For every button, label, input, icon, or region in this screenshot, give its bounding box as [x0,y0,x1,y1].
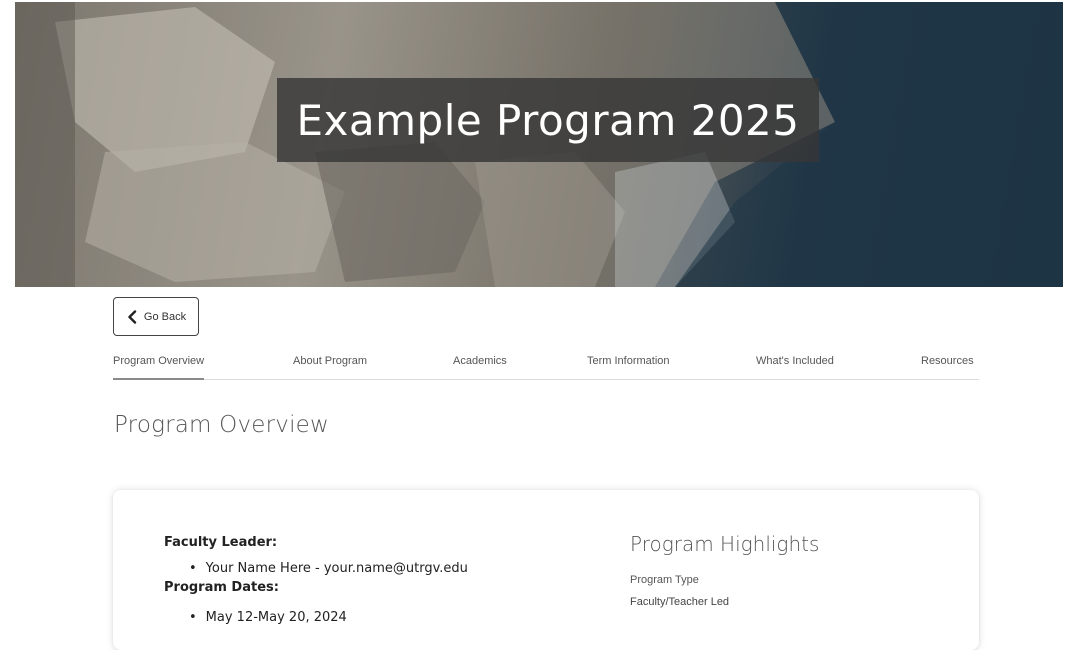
page-title: Program Overview [114,412,330,438]
tab-academics[interactable]: Academics [453,353,507,378]
hero-title: Example Program 2025 [296,95,800,145]
program-type-label: Program Type [630,574,699,586]
faculty-leader-item: Your Name Here - your.name@utrgv.edu [189,561,468,576]
overview-card: Faculty Leader: Your Name Here - your.na… [113,490,979,650]
program-dates-label: Program Dates: [164,580,279,595]
program-highlights-title: Program Highlights [630,532,820,556]
program-dates-item: May 12-May 20, 2024 [189,610,347,625]
tab-resources[interactable]: Resources [921,353,974,378]
hero-banner: Example Program 2025 [15,2,1063,287]
go-back-button[interactable]: Go Back [113,297,199,336]
hero-title-box: Example Program 2025 [277,78,819,162]
program-type-value: Faculty/Teacher Led [630,596,730,608]
tab-bar: Program Overview About Program Academics… [113,353,979,380]
faculty-leader-label: Faculty Leader: [164,535,278,550]
tab-term-information[interactable]: Term Information [587,353,670,378]
tab-program-overview[interactable]: Program Overview [113,353,205,380]
tab-whats-included[interactable]: What's Included [756,353,834,378]
chevron-left-icon [128,309,137,324]
go-back-label: Go Back [143,310,187,323]
tab-about-program[interactable]: About Program [293,353,367,378]
